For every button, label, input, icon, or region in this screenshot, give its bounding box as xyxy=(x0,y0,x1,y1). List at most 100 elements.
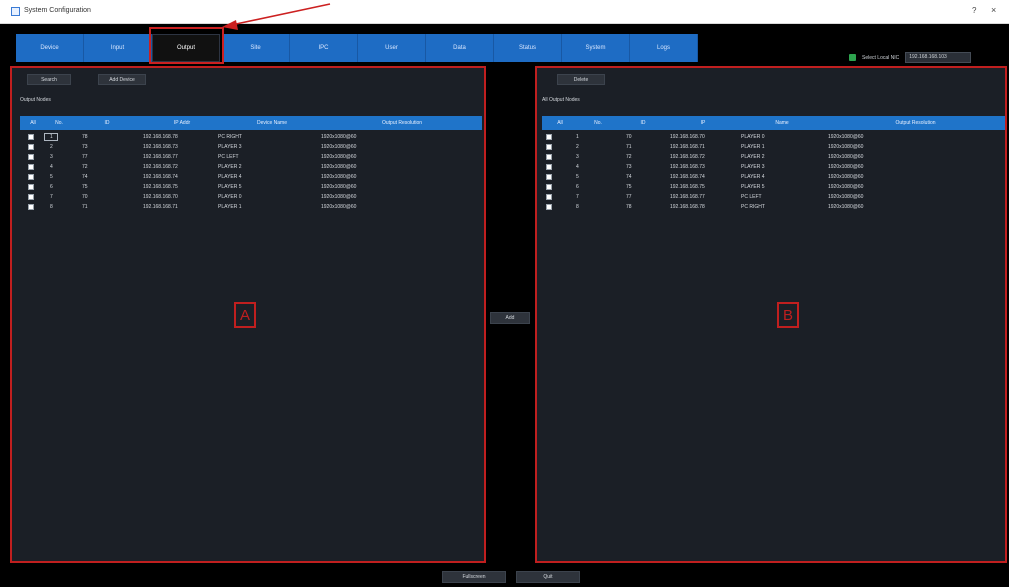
header-all[interactable]: All xyxy=(542,116,578,130)
cell-name: PC LEFT xyxy=(741,194,762,200)
cell-no: 8 xyxy=(50,204,53,210)
all-output-nodes-table: All No. ID IP Name Output Resolution 1 7… xyxy=(542,116,1005,256)
cell-id: 72 xyxy=(82,164,88,170)
cell-id: 78 xyxy=(626,204,632,210)
cell-no: 7 xyxy=(50,194,53,200)
cell-id: 71 xyxy=(626,144,632,150)
cell-no: 5 xyxy=(576,174,579,180)
cell-ip: 192.168.168.77 xyxy=(670,194,705,200)
header-output-resolution[interactable]: Output Resolution xyxy=(322,116,482,130)
header-all[interactable]: All xyxy=(20,116,46,130)
cell-id: 72 xyxy=(626,154,632,160)
row-checkbox[interactable] xyxy=(546,174,552,180)
search-button[interactable]: Search xyxy=(27,74,71,85)
row-checkbox[interactable] xyxy=(28,184,34,190)
cell-no: 6 xyxy=(50,184,53,190)
cell-id: 70 xyxy=(82,194,88,200)
row-checkbox[interactable] xyxy=(28,144,34,150)
table-row[interactable]: 7 77 192.168.168.77 PC LEFT 1920x1080@60 xyxy=(542,192,1005,202)
table-row[interactable]: 8 71 192.168.168.71 PLAYER 1 1920x1080@6… xyxy=(20,202,482,212)
cell-device-name: PLAYER 2 xyxy=(218,164,242,170)
quit-button[interactable]: Quit xyxy=(516,571,580,583)
table-row[interactable]: 3 72 192.168.168.72 PLAYER 2 1920x1080@6… xyxy=(542,152,1005,162)
cell-id: 78 xyxy=(82,134,88,140)
cell-ip: 192.168.168.74 xyxy=(670,174,705,180)
cell-no: 4 xyxy=(50,164,53,170)
output-nodes-panel: Search Add Device Output Nodes All No. I… xyxy=(10,66,486,563)
row-checkbox[interactable] xyxy=(546,194,552,200)
cell-no: 3 xyxy=(50,154,53,160)
cell-id: 70 xyxy=(626,134,632,140)
header-id[interactable]: ID xyxy=(618,116,668,130)
table-row[interactable]: 2 73 192.168.168.73 PLAYER 3 1920x1080@6… xyxy=(20,142,482,152)
table-header: All No. ID IP Name Output Resolution xyxy=(542,116,1005,130)
table-row[interactable]: 6 75 192.168.168.75 PLAYER 5 1920x1080@6… xyxy=(20,182,482,192)
table-row[interactable]: 7 70 192.168.168.70 PLAYER 0 1920x1080@6… xyxy=(20,192,482,202)
cell-id: 77 xyxy=(82,154,88,160)
header-ip-addr[interactable]: IP Addr xyxy=(142,116,222,130)
cell-resolution: 1920x1080@60 xyxy=(828,154,864,160)
cell-name: PLAYER 5 xyxy=(741,184,765,190)
cell-name: PLAYER 1 xyxy=(741,144,765,150)
cell-ip: 192.168.168.75 xyxy=(143,184,178,190)
cell-name: PC RIGHT xyxy=(741,204,765,210)
cell-ip: 192.168.168.74 xyxy=(143,174,178,180)
row-checkbox[interactable] xyxy=(546,134,552,140)
cell-resolution: 1920x1080@60 xyxy=(828,204,864,210)
cell-device-name: PC RIGHT xyxy=(218,134,242,140)
cell-ip: 192.168.168.70 xyxy=(143,194,178,200)
table-row[interactable]: 5 74 192.168.168.74 PLAYER 4 1920x1080@6… xyxy=(20,172,482,182)
header-no[interactable]: No. xyxy=(578,116,618,130)
cell-resolution: 1920x1080@60 xyxy=(828,194,864,200)
cell-device-name: PLAYER 0 xyxy=(218,194,242,200)
all-output-nodes-panel: Delete All Output Nodes All No. ID IP Na… xyxy=(535,66,1007,563)
header-device-name[interactable]: Device Name xyxy=(222,116,322,130)
row-checkbox[interactable] xyxy=(28,204,34,210)
row-checkbox[interactable] xyxy=(546,184,552,190)
cell-name: PLAYER 4 xyxy=(741,174,765,180)
table-row[interactable]: 2 71 192.168.168.71 PLAYER 1 1920x1080@6… xyxy=(542,142,1005,152)
row-checkbox[interactable] xyxy=(28,154,34,160)
add-button[interactable]: Add xyxy=(490,312,530,324)
cell-no: 1 xyxy=(50,134,53,140)
panel-a-marker: A xyxy=(234,302,256,328)
cell-ip: 192.168.168.78 xyxy=(143,134,178,140)
row-checkbox[interactable] xyxy=(28,164,34,170)
cell-no: 8 xyxy=(576,204,579,210)
table-row[interactable]: 8 78 192.168.168.78 PC RIGHT 1920x1080@6… xyxy=(542,202,1005,212)
header-output-resolution[interactable]: Output Resolution xyxy=(826,116,1005,130)
row-checkbox[interactable] xyxy=(28,134,34,140)
row-checkbox[interactable] xyxy=(546,164,552,170)
row-checkbox[interactable] xyxy=(28,194,34,200)
table-row[interactable]: 6 75 192.168.168.75 PLAYER 5 1920x1080@6… xyxy=(542,182,1005,192)
cell-no: 5 xyxy=(50,174,53,180)
cell-id: 75 xyxy=(82,184,88,190)
fullscreen-button[interactable]: Fullscreen xyxy=(442,571,506,583)
cell-name: PLAYER 2 xyxy=(741,154,765,160)
table-row[interactable]: 4 73 192.168.168.73 PLAYER 3 1920x1080@6… xyxy=(542,162,1005,172)
header-ip[interactable]: IP xyxy=(668,116,738,130)
table-row[interactable]: 3 77 192.168.168.77 PC LEFT 1920x1080@60 xyxy=(20,152,482,162)
cell-resolution: 1920x1080@60 xyxy=(321,164,357,170)
row-checkbox[interactable] xyxy=(546,144,552,150)
header-name[interactable]: Name xyxy=(738,116,826,130)
row-checkbox[interactable] xyxy=(546,154,552,160)
add-device-button[interactable]: Add Device xyxy=(98,74,146,85)
cell-no: 7 xyxy=(576,194,579,200)
cell-ip: 192.168.168.77 xyxy=(143,154,178,160)
header-id[interactable]: ID xyxy=(72,116,142,130)
table-row[interactable]: 1 70 192.168.168.70 PLAYER 0 1920x1080@6… xyxy=(542,132,1005,142)
cell-resolution: 1920x1080@60 xyxy=(321,204,357,210)
cell-no: 2 xyxy=(50,144,53,150)
row-checkbox[interactable] xyxy=(546,204,552,210)
header-no[interactable]: No. xyxy=(46,116,72,130)
table-row[interactable]: 4 72 192.168.168.72 PLAYER 2 1920x1080@6… xyxy=(20,162,482,172)
cell-id: 74 xyxy=(82,174,88,180)
row-checkbox[interactable] xyxy=(28,174,34,180)
cell-ip: 192.168.168.72 xyxy=(143,164,178,170)
cell-ip: 192.168.168.75 xyxy=(670,184,705,190)
cell-no: 4 xyxy=(576,164,579,170)
table-row[interactable]: 5 74 192.168.168.74 PLAYER 4 1920x1080@6… xyxy=(542,172,1005,182)
delete-button[interactable]: Delete xyxy=(557,74,605,85)
table-row[interactable]: 1 78 192.168.168.78 PC RIGHT 1920x1080@6… xyxy=(20,132,482,142)
